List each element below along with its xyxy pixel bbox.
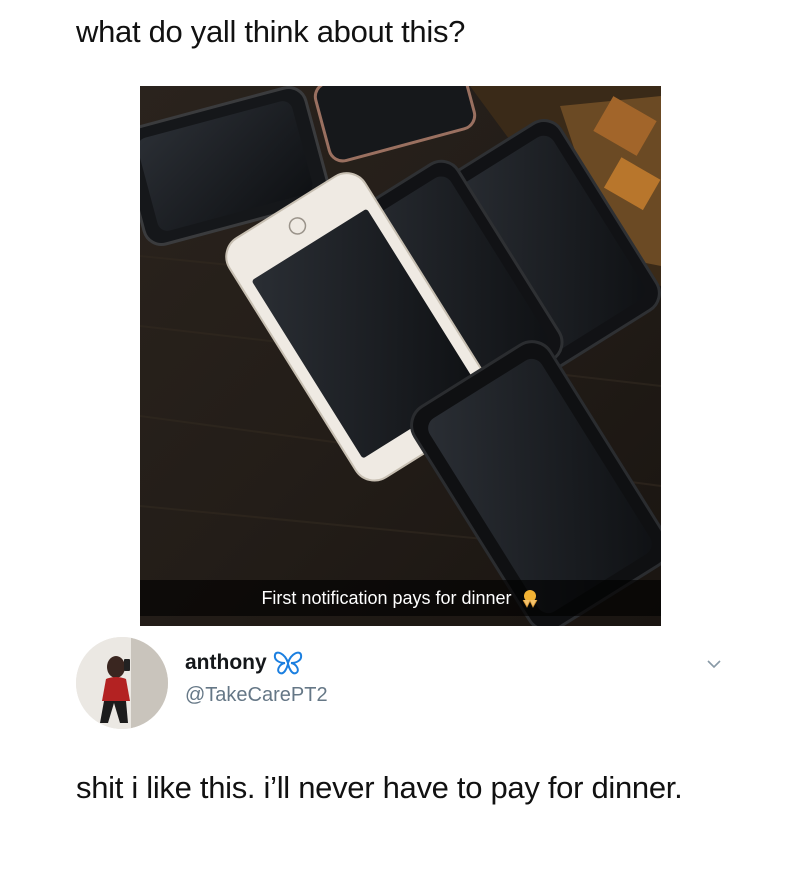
phones-on-table-image xyxy=(140,86,661,626)
pleading-hands-emoji-icon xyxy=(522,590,537,608)
photo-caption: First notification pays for dinner xyxy=(261,587,512,608)
snapchat-caption-bar: First notification pays for dinner xyxy=(140,580,661,616)
display-name[interactable]: anthony xyxy=(185,651,267,675)
avatar[interactable] xyxy=(76,637,168,729)
blue-butterfly-icon xyxy=(273,651,302,675)
chevron-down-icon[interactable] xyxy=(706,658,722,670)
phones-photo[interactable]: First notification pays for dinner xyxy=(140,86,661,626)
tweet-text: shit i like this. i’ll never have to pay… xyxy=(76,770,683,805)
author-row: anthony xyxy=(185,651,303,675)
profile-photo-image xyxy=(76,637,168,729)
user-handle[interactable]: @TakeCarePT2 xyxy=(185,684,328,707)
post-question: what do yall think about this? xyxy=(76,14,466,49)
